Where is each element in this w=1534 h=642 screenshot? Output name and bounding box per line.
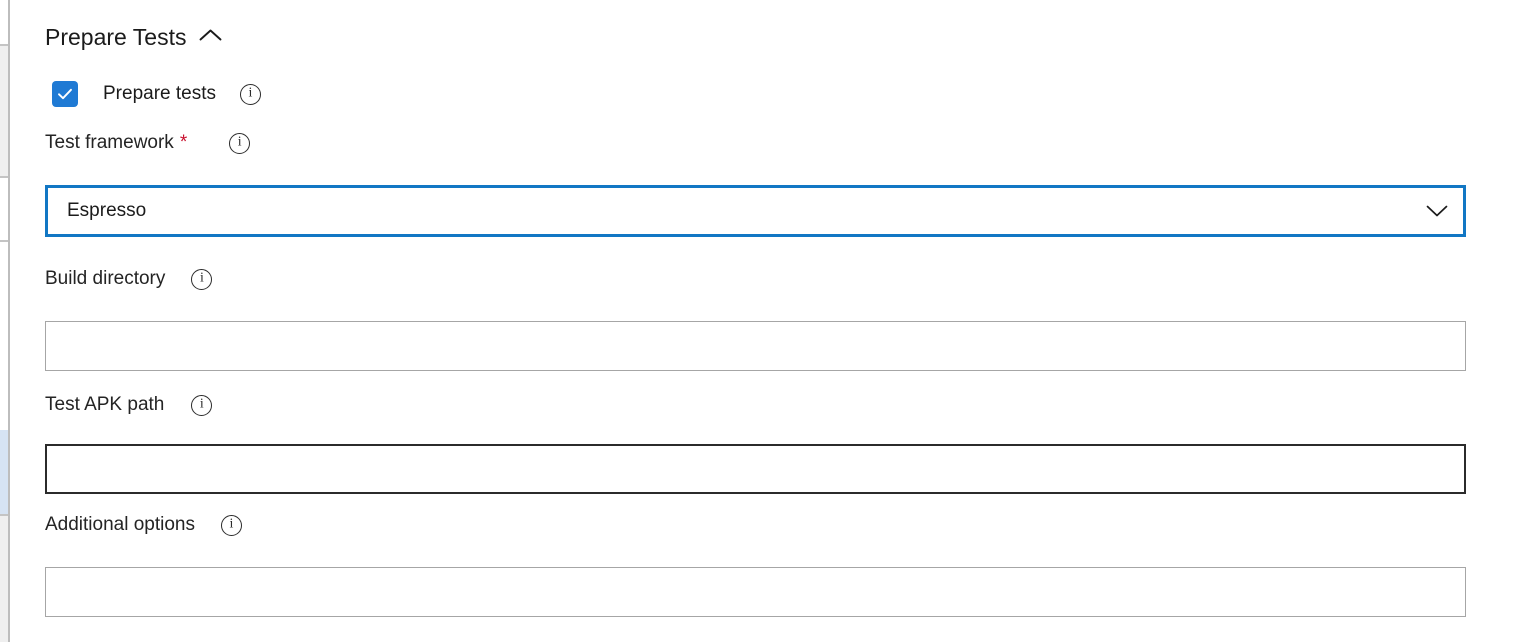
chevron-up-icon[interactable]: [199, 28, 222, 47]
info-icon-test-apk-path[interactable]: i: [191, 394, 213, 416]
prepare-tests-checkbox-label[interactable]: Prepare tests: [103, 82, 216, 106]
rail-segment-selected: [0, 430, 8, 516]
additional-options-input-wrapper[interactable]: [45, 567, 1466, 617]
checkmark-icon: [58, 88, 72, 100]
label-test-framework: Test framework * i: [45, 131, 251, 155]
rail-segment-inactive: [0, 46, 8, 176]
label-test-apk-path-text: Test APK path: [45, 394, 165, 415]
info-icon-test-framework[interactable]: i: [229, 132, 251, 154]
rail-divider: [8, 0, 10, 642]
left-rail: [0, 0, 11, 642]
label-additional-options-text: Additional options: [45, 514, 195, 535]
test-framework-select[interactable]: Espresso: [45, 185, 1466, 237]
build-directory-input-wrapper[interactable]: [45, 321, 1466, 371]
label-additional-options: Additional options i: [45, 513, 242, 537]
additional-options-input[interactable]: [46, 568, 1465, 616]
label-test-apk-path: Test APK path i: [45, 393, 213, 417]
prepare-tests-checkbox[interactable]: [52, 81, 78, 107]
page-title: Prepare Tests: [45, 24, 187, 50]
prepare-tests-checkbox-row[interactable]: Prepare tests i: [52, 81, 261, 107]
chevron-down-icon[interactable]: [1426, 205, 1463, 218]
rail-segment-inactive-2: [0, 516, 8, 642]
test-framework-selected-value: Espresso: [67, 200, 147, 221]
label-test-framework-text: Test framework: [45, 132, 174, 153]
section-header-prepare-tests[interactable]: Prepare Tests: [45, 22, 222, 52]
required-asterisk: *: [179, 132, 188, 153]
label-build-directory: Build directory i: [45, 267, 213, 291]
label-build-directory-text: Build directory: [45, 268, 166, 289]
info-icon-additional-options[interactable]: i: [221, 514, 242, 536]
test-apk-path-input[interactable]: [47, 446, 1464, 492]
info-icon-build-directory[interactable]: i: [191, 268, 213, 290]
build-directory-input[interactable]: [46, 322, 1465, 370]
prepare-tests-panel: Prepare Tests Prepare tests i Test frame…: [45, 0, 1466, 642]
info-icon-prepare-tests[interactable]: i: [240, 83, 261, 105]
test-apk-path-input-wrapper[interactable]: [45, 444, 1466, 494]
